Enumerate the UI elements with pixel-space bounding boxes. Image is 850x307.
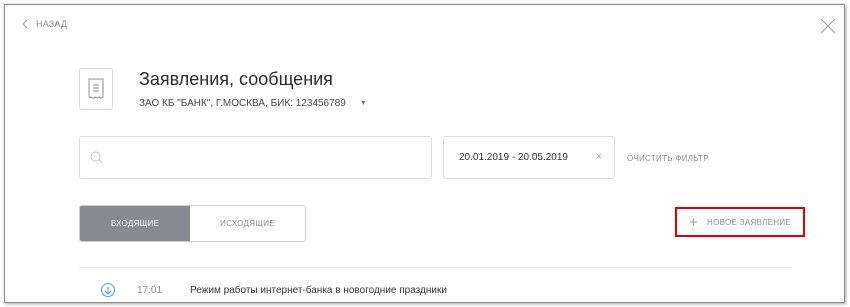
date-range-value: 20.01.2019 - 20.05.2019 xyxy=(459,152,568,163)
message-date: 17.01 xyxy=(137,284,163,296)
organization-label: ЗАО КБ "БАНК", Г.МОСКВА, БИК: 123456789 xyxy=(139,98,346,109)
tab-outgoing[interactable]: ИСХОДЯЩИЕ xyxy=(190,206,305,241)
clear-date-icon[interactable]: × xyxy=(596,151,602,163)
page-title: Заявления, сообщения xyxy=(139,69,333,89)
chevron-left-icon xyxy=(22,19,28,29)
statements-window: НАЗАД Заявления, сообщения ЗАО КБ "БАНК"… xyxy=(4,4,845,303)
plus-icon: + xyxy=(688,213,699,231)
clear-filter-link[interactable]: ОЧИСТИТЬ ФИЛЬТР xyxy=(627,154,709,163)
caret-down-icon: ▼ xyxy=(359,100,367,107)
back-label: НАЗАД xyxy=(36,19,68,29)
new-statement-label: НОВОЕ ЗАЯВЛЕНИЕ xyxy=(707,217,792,227)
tab-incoming[interactable]: ВХОДЯЩИЕ xyxy=(80,206,190,241)
date-range-field[interactable]: 20.01.2019 - 20.05.2019 × xyxy=(443,136,615,179)
arrow-down-icon xyxy=(101,283,115,297)
organization-selector[interactable]: ЗАО КБ "БАНК", Г.МОСКВА, БИК: 123456789 … xyxy=(139,98,367,109)
message-subject: Режим работы интернет-банка в новогодние… xyxy=(190,284,447,296)
close-icon[interactable] xyxy=(819,17,837,35)
divider xyxy=(79,267,792,268)
search-input[interactable] xyxy=(79,136,432,179)
list-item[interactable]: 17.01 Режим работы интернет-банка в ново… xyxy=(101,283,447,297)
direction-tabs: ВХОДЯЩИЕ ИСХОДЯЩИЕ xyxy=(79,205,306,242)
back-link[interactable]: НАЗАД xyxy=(22,19,67,29)
new-statement-button[interactable]: + НОВОЕ ЗАЯВЛЕНИЕ xyxy=(675,207,805,237)
document-icon xyxy=(79,68,113,110)
